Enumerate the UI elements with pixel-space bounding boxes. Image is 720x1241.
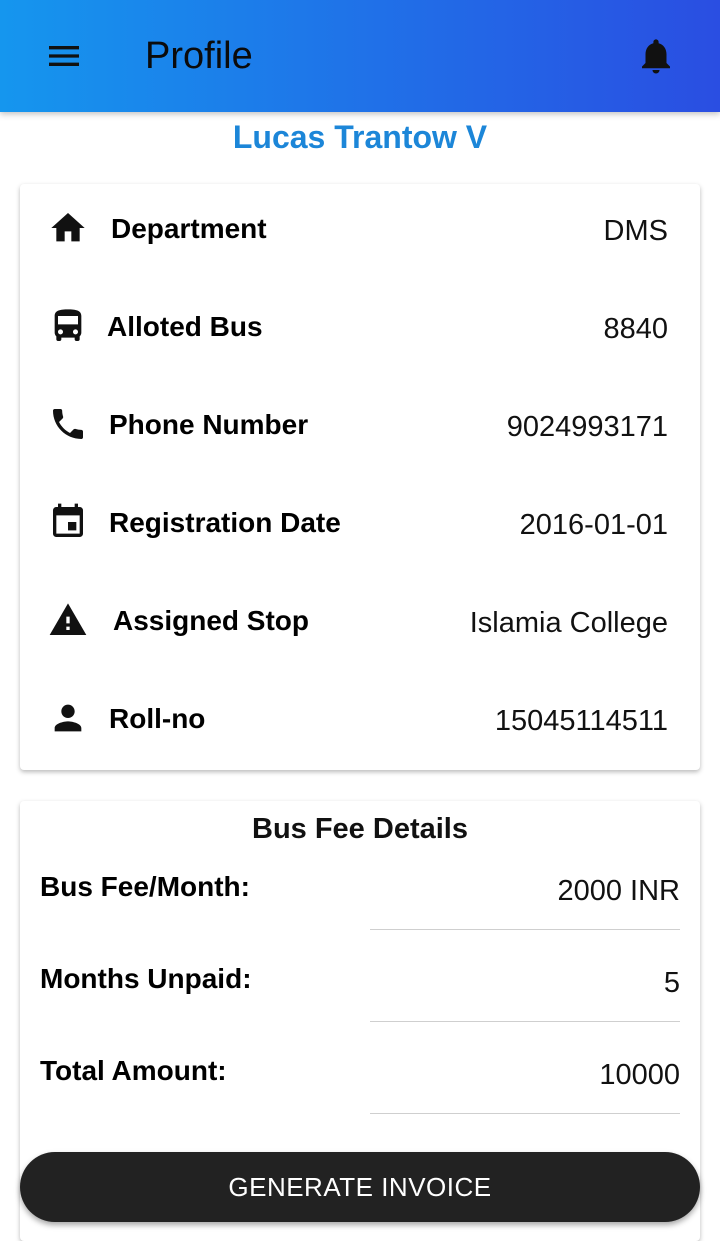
- registration-date-value: 2016-01-01: [519, 509, 668, 541]
- fee-row-monthly: Bus Fee/Month: 2000 INR: [20, 867, 700, 959]
- assigned-stop-label: Assigned Stop: [113, 605, 310, 636]
- app-bar: Profile: [0, 0, 720, 112]
- person-icon: [54, 704, 82, 732]
- bus-fee-month-label: Bus Fee/Month:: [40, 871, 250, 902]
- info-row-registration-date: Registration Date 2016-01-01: [20, 478, 700, 576]
- registration-date-label: Registration Date: [109, 507, 341, 538]
- page-title: Profile: [145, 35, 253, 77]
- info-row-roll-no: Roll-no 15045114511: [20, 674, 700, 772]
- field-underline: [370, 929, 680, 930]
- home-icon: [51, 213, 85, 242]
- total-amount-field: 10000: [599, 1059, 680, 1091]
- phone-number-value: 9024993171: [506, 411, 668, 443]
- calendar-icon: [53, 503, 83, 537]
- user-name: Lucas Trantow V: [232, 119, 488, 155]
- fee-card-title: Bus Fee Details: [252, 813, 468, 845]
- menu-icon: [49, 46, 79, 66]
- warning-icon: [49, 603, 87, 635]
- notifications-button[interactable]: [628, 28, 684, 84]
- alloted-bus-label: Alloted Bus: [107, 311, 263, 342]
- profile-info-card: Department DMS Alloted Bus 8840 Phone Nu…: [20, 184, 700, 770]
- department-label: Department: [111, 213, 267, 244]
- info-row-alloted-bus: Alloted Bus 8840: [20, 282, 700, 380]
- assigned-stop-value: Islamia College: [469, 607, 668, 639]
- field-underline: [370, 1113, 680, 1114]
- alloted-bus-value: 8840: [603, 313, 668, 345]
- generate-invoice-button[interactable]: GENERATE INVOICE: [20, 1152, 700, 1222]
- bus-fee-month-field: 2000 INR: [557, 875, 680, 907]
- info-row-phone-number: Phone Number 9024993171: [20, 380, 700, 478]
- field-underline: [370, 1021, 680, 1022]
- phone-number-label: Phone Number: [109, 409, 309, 440]
- roll-no-label: Roll-no: [109, 703, 206, 734]
- info-row-assigned-stop: Assigned Stop Islamia College: [20, 576, 700, 674]
- roll-no-value: 15045114511: [494, 705, 668, 737]
- total-amount-label: Total Amount:: [40, 1055, 227, 1086]
- bus-icon: [54, 309, 82, 341]
- fee-row-months-unpaid: Months Unpaid: 5: [20, 959, 700, 1051]
- info-row-department: Department DMS: [20, 184, 700, 282]
- phone-icon: [53, 409, 83, 439]
- fee-row-total: Total Amount: 10000: [20, 1051, 700, 1143]
- months-unpaid-field: 5: [663, 967, 680, 999]
- months-unpaid-label: Months Unpaid:: [40, 963, 252, 994]
- department-value: DMS: [603, 215, 668, 247]
- bell-icon: [642, 39, 670, 74]
- menu-button[interactable]: [36, 32, 92, 80]
